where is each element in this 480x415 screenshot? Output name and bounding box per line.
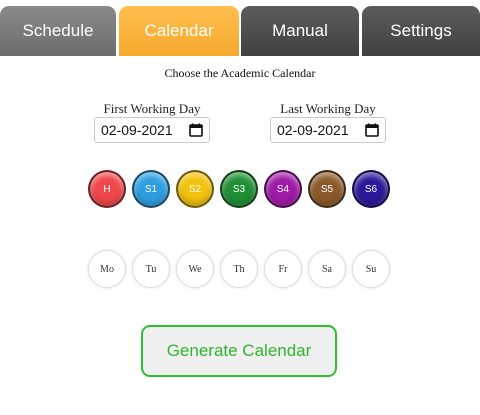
weekday-button-tu[interactable]: Tu: [132, 250, 170, 288]
first-working-day-label: First Working Day: [103, 101, 201, 116]
weekday-button-mo[interactable]: Mo: [88, 250, 126, 288]
tab-settings[interactable]: Settings: [362, 6, 480, 56]
page-heading: Choose the Academic Calendar: [164, 66, 316, 80]
semester-button-s2[interactable]: S2: [176, 170, 214, 208]
tab-bar: Schedule Calendar Manual Settings: [0, 6, 480, 56]
first-working-day-value: 02-09-2021: [101, 122, 173, 138]
weekday-button-sa[interactable]: Sa: [308, 250, 346, 288]
tab-manual[interactable]: Manual: [241, 6, 359, 56]
last-working-day-input[interactable]: 02-09-2021: [270, 117, 386, 143]
semester-selector: H S1 S2 S3 S4 S5 S6: [0, 170, 480, 210]
first-working-day-input[interactable]: 02-09-2021: [94, 117, 210, 143]
semester-button-s5[interactable]: S5: [308, 170, 346, 208]
generate-calendar-button[interactable]: Generate Calendar: [141, 325, 337, 377]
weekday-button-th[interactable]: Th: [220, 250, 258, 288]
weekday-button-fr[interactable]: Fr: [264, 250, 302, 288]
weekday-selector: Mo Tu We Th Fr Sa Su: [0, 250, 480, 290]
last-working-day-value: 02-09-2021: [277, 122, 349, 138]
tab-calendar[interactable]: Calendar: [119, 6, 239, 56]
last-working-day-label: Last Working Day: [280, 101, 376, 116]
calendar-icon[interactable]: [365, 123, 379, 137]
weekday-button-we[interactable]: We: [176, 250, 214, 288]
semester-button-s3[interactable]: S3: [220, 170, 258, 208]
weekday-button-su[interactable]: Su: [352, 250, 390, 288]
tab-schedule[interactable]: Schedule: [0, 6, 116, 56]
semester-button-s4[interactable]: S4: [264, 170, 302, 208]
semester-button-h[interactable]: H: [88, 170, 126, 208]
calendar-icon[interactable]: [189, 123, 203, 137]
semester-button-s1[interactable]: S1: [132, 170, 170, 208]
semester-button-s6[interactable]: S6: [352, 170, 390, 208]
